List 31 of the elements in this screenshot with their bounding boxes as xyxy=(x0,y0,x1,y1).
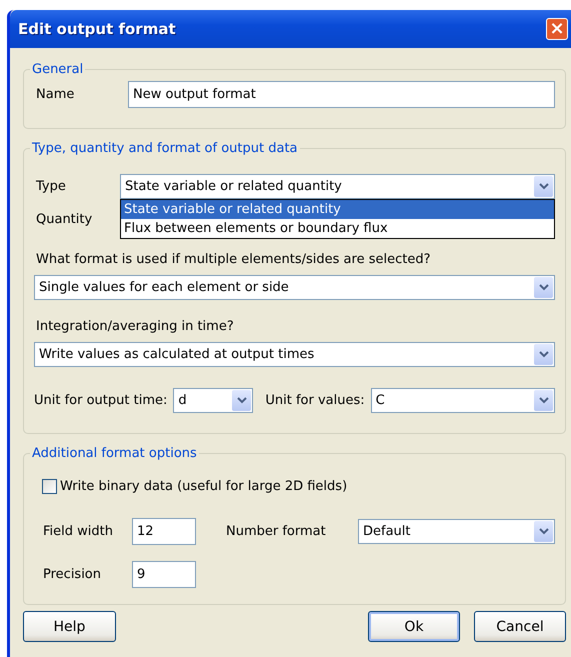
checkbox-label: Write binary data (useful for large 2D fields) xyxy=(60,479,348,494)
field-label: Unit for output time: xyxy=(34,393,168,408)
group-title: General xyxy=(31,62,84,77)
field-label: Quantity xyxy=(35,212,94,226)
dropdown-option[interactable]: Flux between elements or boundary flux xyxy=(121,219,554,238)
format-dropdown[interactable]: Single values for each element or side xyxy=(34,275,555,300)
dialog-button[interactable]: Cancel xyxy=(474,611,566,642)
field-width-field[interactable]: 12 xyxy=(132,518,196,545)
group-title: Type, quantity and format of output data xyxy=(31,141,299,156)
group-title: Additional format options xyxy=(31,446,198,461)
time-unit-dropdown[interactable]: d xyxy=(173,388,254,413)
value-unit-dropdown[interactable]: C xyxy=(370,388,555,413)
field-label: Integration/averaging in time? xyxy=(35,319,235,334)
close-button[interactable]: × xyxy=(546,18,568,40)
dialog-button[interactable]: Ok xyxy=(368,611,460,642)
integration-dropdown[interactable]: Write values as calculated at output times xyxy=(34,342,555,367)
type-dropdown[interactable]: State variable or related quantity xyxy=(120,174,555,199)
field-label: Precision xyxy=(42,567,102,582)
window-title: Edit output format xyxy=(18,20,176,38)
dialog-button[interactable]: Help xyxy=(23,611,116,642)
name-field[interactable]: New output format xyxy=(128,81,555,108)
field-label: Type xyxy=(35,179,67,194)
number-format-dropdown[interactable]: Default xyxy=(358,519,555,544)
field-label: Unit for values: xyxy=(265,393,365,408)
field-label: Name xyxy=(35,87,76,102)
precision-field[interactable]: 9 xyxy=(132,561,196,588)
dropdown-option[interactable]: State variable or related quantity xyxy=(121,200,554,219)
field-label: Number format xyxy=(226,524,327,539)
field-label: What format is used if multiple elements/sides are selected? xyxy=(35,252,432,267)
field-label: Field width xyxy=(42,524,114,539)
checkbox[interactable] xyxy=(42,479,57,494)
